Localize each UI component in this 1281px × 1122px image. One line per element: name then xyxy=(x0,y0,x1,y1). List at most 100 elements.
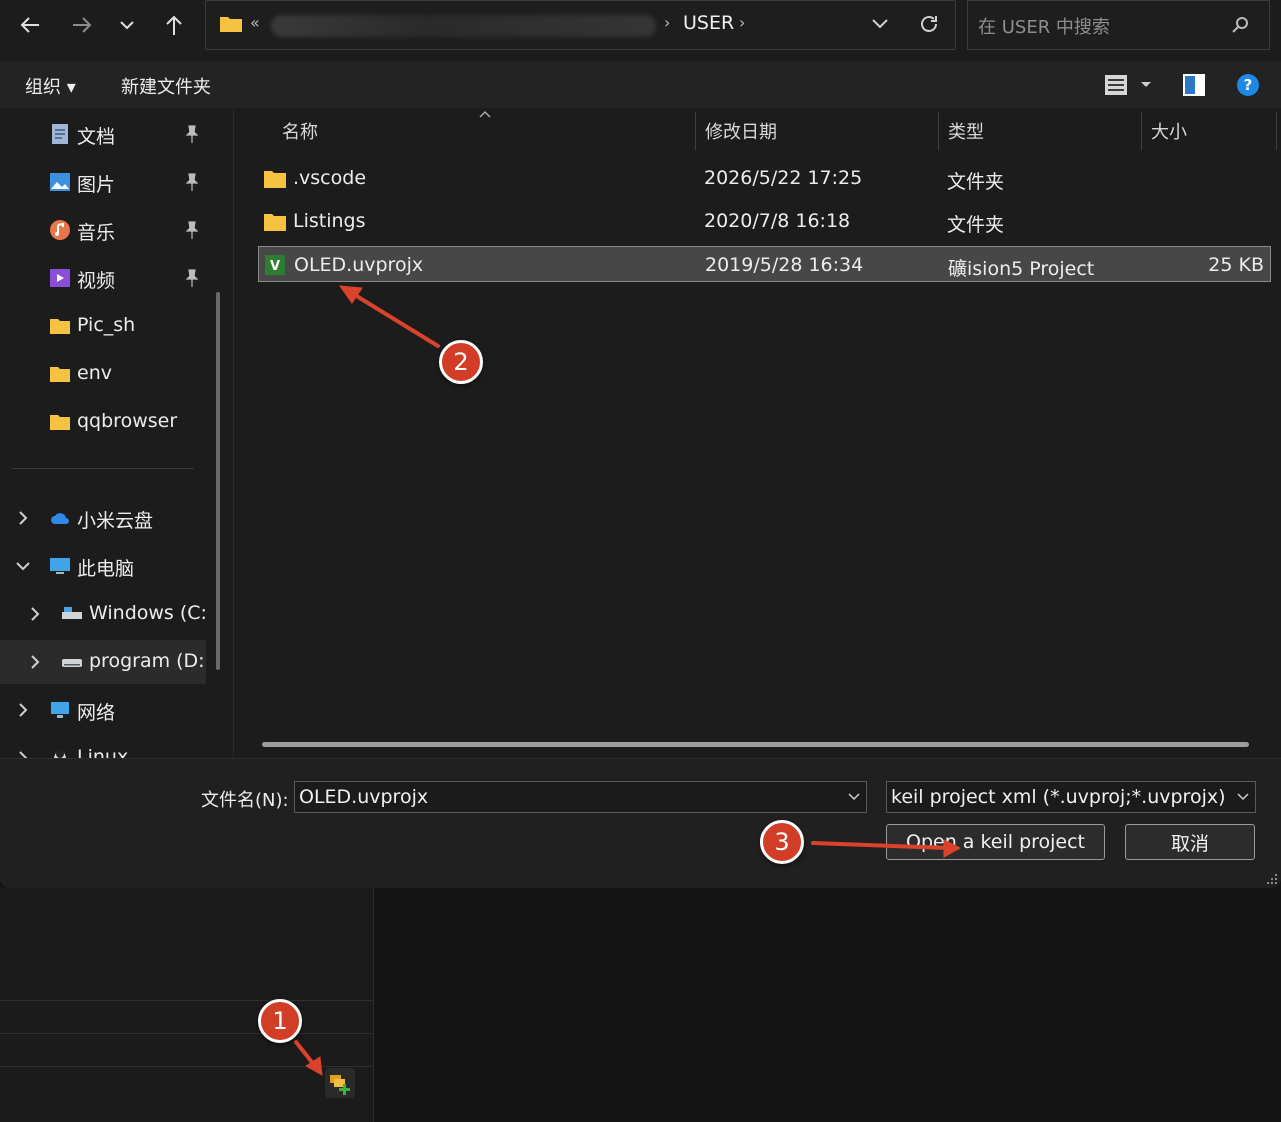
annotation-badge-2: 2 xyxy=(439,340,483,384)
windows-drive-icon xyxy=(61,603,83,625)
pin-icon[interactable] xyxy=(183,220,201,240)
search-icon xyxy=(1232,17,1248,33)
tree-item-label: 此电脑 xyxy=(77,558,135,580)
folder-icon xyxy=(264,170,286,193)
chevron-right-icon[interactable] xyxy=(26,652,44,672)
file-row[interactable]: Listings 2020/7/8 16:18 文件夹 xyxy=(258,203,1271,239)
background-editor-area xyxy=(374,888,1281,1122)
crumb-separator[interactable]: › xyxy=(739,13,745,32)
up-button[interactable] xyxy=(156,7,192,43)
file-row[interactable]: V OLED.uvprojx 2019/5/28 16:34 礦ision5 P… xyxy=(258,246,1271,282)
svg-text:?: ? xyxy=(1244,76,1253,94)
resize-grip-icon[interactable] xyxy=(1266,873,1278,885)
filetype-value: keil project xml (*.uvproj;*.uvprojx) xyxy=(891,786,1226,808)
address-row: « › USER › 在 USER 中搜索 xyxy=(0,0,1281,62)
preview-pane-icon[interactable] xyxy=(1182,73,1206,97)
view-dropdown-icon[interactable] xyxy=(1140,81,1152,89)
horizontal-scrollbar[interactable] xyxy=(262,742,1249,747)
breadcrumb-current[interactable]: USER xyxy=(683,12,734,34)
pane-divider[interactable] xyxy=(233,108,234,758)
sidebar-item[interactable]: 音乐 xyxy=(0,208,206,252)
sidebar-item-label: qqbrowser xyxy=(77,410,178,432)
file-modified: 2019/5/28 16:34 xyxy=(705,254,864,276)
add-files-icon[interactable] xyxy=(325,1068,355,1098)
column-type[interactable]: 类型 xyxy=(948,118,984,144)
navigation-pane: 文档 图片 音乐 视频 Pic_sh env qqbrowser 小米云盘 此电… xyxy=(0,108,206,758)
sidebar-item[interactable]: Pic_sh xyxy=(0,304,206,348)
file-type: 文件夹 xyxy=(947,171,1005,193)
sidebar-item-label: Pic_sh xyxy=(77,314,136,336)
help-icon[interactable]: ? xyxy=(1236,73,1260,97)
pin-icon[interactable] xyxy=(183,172,201,192)
sidebar-item[interactable]: 文档 xyxy=(0,112,206,156)
sidebar-item[interactable]: 视频 xyxy=(0,256,206,300)
tree-item[interactable]: 网络 xyxy=(0,688,206,732)
annotation-badge-1: 1 xyxy=(258,999,302,1043)
documents-icon xyxy=(49,123,71,145)
new-folder-button[interactable]: 新建文件夹 xyxy=(121,73,211,99)
chevron-right-icon[interactable] xyxy=(14,700,32,720)
refresh-icon[interactable] xyxy=(918,13,940,35)
chevron-right-icon[interactable] xyxy=(14,508,32,528)
chevron-down-icon xyxy=(120,21,134,30)
tree-item[interactable]: Linux xyxy=(0,736,206,758)
chevron-down-icon[interactable] xyxy=(14,556,32,576)
folder-icon xyxy=(49,411,71,433)
tree-item-label: 网络 xyxy=(77,702,116,724)
crumb-separator[interactable]: › xyxy=(664,13,670,32)
pin-icon[interactable] xyxy=(183,124,201,144)
sidebar-item-label: 音乐 xyxy=(77,222,116,244)
tree-item[interactable]: program (D:) xyxy=(0,640,206,684)
column-size[interactable]: 大小 xyxy=(1151,118,1187,144)
pin-icon[interactable] xyxy=(183,268,201,288)
filetype-select[interactable]: keil project xml (*.uvproj;*.uvprojx) xyxy=(886,781,1256,813)
view-options-icon[interactable] xyxy=(1104,73,1128,97)
chevron-right-icon[interactable] xyxy=(14,748,32,758)
pictures-icon xyxy=(49,171,71,193)
column-modified[interactable]: 修改日期 xyxy=(705,118,777,144)
filename-input[interactable]: OLED.uvprojx xyxy=(294,781,867,813)
chevron-down-icon[interactable] xyxy=(848,791,860,803)
column-name[interactable]: 名称 xyxy=(282,118,318,144)
address-bar[interactable]: « › USER › xyxy=(205,0,956,50)
sidebar-item[interactable]: qqbrowser xyxy=(0,400,206,444)
file-size: 25 KB xyxy=(1208,254,1264,276)
annotation-badge-3: 3 xyxy=(760,820,804,864)
address-history-icon[interactable] xyxy=(872,18,888,30)
cancel-button[interactable]: 取消 xyxy=(1125,824,1255,860)
organize-menu[interactable]: 组织 ▾ xyxy=(25,73,76,99)
folder-icon xyxy=(264,213,286,236)
open-button[interactable]: Open a keil project xyxy=(886,824,1105,860)
filename-value: OLED.uvprojx xyxy=(299,786,429,808)
forward-arrow-icon xyxy=(73,17,92,33)
tree-item-label: Linux xyxy=(77,746,129,758)
sidebar-scrollbar[interactable] xyxy=(216,292,220,670)
videos-icon xyxy=(49,267,71,289)
forward-button[interactable] xyxy=(64,7,100,43)
sidebar-item[interactable]: 图片 xyxy=(0,160,206,204)
column-separator[interactable] xyxy=(695,112,696,150)
tree-item-label: Windows (C:) xyxy=(89,602,206,624)
background-panel xyxy=(0,888,374,1122)
search-box[interactable]: 在 USER 中搜索 xyxy=(967,0,1270,50)
tree-item[interactable]: 小米云盘 xyxy=(0,496,206,540)
tree-item[interactable]: Windows (C:) xyxy=(0,592,206,636)
file-type: 礦ision5 Project xyxy=(948,258,1095,280)
column-separator[interactable] xyxy=(938,112,939,150)
back-button[interactable] xyxy=(12,7,48,43)
command-bar: 组织 ▾ 新建文件夹 ? xyxy=(0,62,1281,108)
recent-locations-button[interactable] xyxy=(109,7,145,43)
music-icon xyxy=(49,219,71,241)
folder-icon xyxy=(49,363,71,385)
file-modified: 2026/5/22 17:25 xyxy=(704,167,863,189)
file-row[interactable]: .vscode 2026/5/22 17:25 文件夹 xyxy=(258,160,1271,196)
column-separator[interactable] xyxy=(1276,112,1277,150)
file-modified: 2020/7/8 16:18 xyxy=(704,210,851,232)
mi-cloud-icon xyxy=(49,507,71,529)
tree-item[interactable]: 此电脑 xyxy=(0,544,206,588)
folder-icon xyxy=(49,315,71,337)
column-separator[interactable] xyxy=(1141,112,1142,150)
sidebar-item[interactable]: env xyxy=(0,352,206,396)
chevron-right-icon[interactable] xyxy=(26,604,44,624)
overflow-crumb[interactable]: « xyxy=(250,13,260,32)
